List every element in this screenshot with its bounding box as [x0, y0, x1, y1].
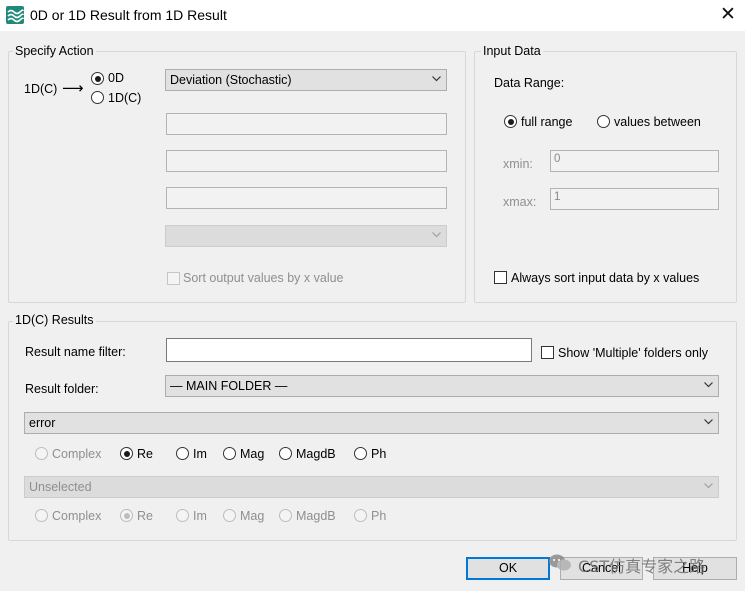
- always-sort-checkbox[interactable]: [494, 271, 507, 284]
- watermark-text: CST仿真专家之路: [578, 553, 705, 577]
- radio-re-1-label: Re: [137, 447, 153, 461]
- input-type-label: 1D(C): [24, 82, 57, 96]
- radio-complex-2[interactable]: [35, 509, 48, 522]
- radio-im-1-label: Im: [193, 447, 207, 461]
- xmax-field[interactable]: 1: [550, 188, 719, 210]
- radio-ph-1-label: Ph: [371, 447, 386, 461]
- specify-action-title: Specify Action: [13, 44, 96, 58]
- radio-0d-label: 0D: [108, 71, 124, 85]
- data-range-label: Data Range:: [494, 76, 564, 90]
- filter-label: Result name filter:: [25, 345, 126, 359]
- radio-magdb-2-label: MagdB: [296, 509, 336, 523]
- ok-button[interactable]: OK: [466, 557, 550, 580]
- radio-mag-2[interactable]: [223, 509, 236, 522]
- extra-select[interactable]: [165, 225, 447, 247]
- radio-full-range-label: full range: [521, 115, 572, 129]
- param-field-2[interactable]: [166, 150, 447, 172]
- radio-values-between[interactable]: [597, 115, 610, 128]
- radio-im-1[interactable]: [176, 447, 189, 460]
- folder-select-value: — MAIN FOLDER —: [170, 379, 287, 393]
- chevron-down-icon: [704, 382, 712, 390]
- radio-1dc[interactable]: [91, 91, 104, 104]
- radio-re-1[interactable]: [120, 447, 133, 460]
- sort-output-checkbox[interactable]: [167, 272, 180, 285]
- radio-ph-2-label: Ph: [371, 509, 386, 523]
- radio-ph-2[interactable]: [354, 509, 367, 522]
- radio-magdb-2[interactable]: [279, 509, 292, 522]
- radio-im-2[interactable]: [176, 509, 189, 522]
- filter-input[interactable]: [166, 338, 532, 362]
- title-bar: 0D or 1D Result from 1D Result ✕: [0, 0, 745, 31]
- wechat-icon: [548, 553, 572, 573]
- radio-complex-1-label: Complex: [52, 447, 101, 461]
- radio-im-2-label: Im: [193, 509, 207, 523]
- radio-re-2[interactable]: [120, 509, 133, 522]
- multiple-label: Show 'Multiple' folders only: [558, 346, 708, 360]
- multiple-checkbox[interactable]: [541, 346, 554, 359]
- sort-output-label: Sort output values by x value: [183, 271, 344, 285]
- wave-icon: [6, 6, 24, 24]
- radio-full-range[interactable]: [504, 115, 517, 128]
- chevron-down-icon: [432, 232, 440, 240]
- param-field-3[interactable]: [166, 187, 447, 209]
- radio-mag-2-label: Mag: [240, 509, 264, 523]
- radio-1dc-label: 1D(C): [108, 91, 141, 105]
- radio-complex-2-label: Complex: [52, 509, 101, 523]
- second-select-value: Unselected: [29, 480, 92, 494]
- function-select-value: Deviation (Stochastic): [170, 73, 292, 87]
- results-title: 1D(C) Results: [13, 313, 96, 327]
- radio-magdb-1[interactable]: [279, 447, 292, 460]
- xmin-label: xmin:: [503, 157, 533, 171]
- close-icon[interactable]: ✕: [716, 2, 740, 28]
- chevron-down-icon: [432, 76, 440, 84]
- radio-0d[interactable]: [91, 72, 104, 85]
- radio-mag-1[interactable]: [223, 447, 236, 460]
- chevron-down-icon: [704, 483, 712, 491]
- radio-mag-1-label: Mag: [240, 447, 264, 461]
- result-select[interactable]: error: [24, 412, 719, 434]
- watermark: CST仿真专家之路: [548, 551, 728, 577]
- param-field-1[interactable]: [166, 113, 447, 135]
- arrow-right-icon: ⟶: [62, 79, 84, 97]
- second-select[interactable]: Unselected: [24, 476, 719, 498]
- xmax-label: xmax:: [503, 195, 536, 209]
- always-sort-label: Always sort input data by x values: [511, 271, 699, 285]
- xmin-field[interactable]: 0: [550, 150, 719, 172]
- chevron-down-icon: [704, 419, 712, 427]
- result-select-value: error: [29, 416, 55, 430]
- folder-label: Result folder:: [25, 382, 99, 396]
- radio-ph-1[interactable]: [354, 447, 367, 460]
- function-select[interactable]: Deviation (Stochastic): [165, 69, 447, 91]
- window-title: 0D or 1D Result from 1D Result: [30, 7, 227, 23]
- folder-select[interactable]: — MAIN FOLDER —: [165, 375, 719, 397]
- radio-complex-1[interactable]: [35, 447, 48, 460]
- radio-re-2-label: Re: [137, 509, 153, 523]
- radio-values-between-label: values between: [614, 115, 701, 129]
- radio-magdb-1-label: MagdB: [296, 447, 336, 461]
- input-data-title: Input Data: [481, 44, 543, 58]
